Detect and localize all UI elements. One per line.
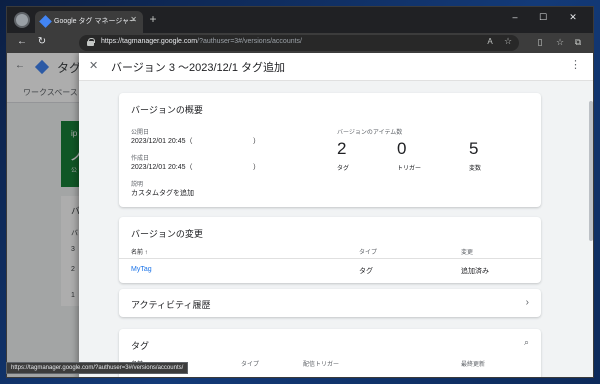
status-bar-url: https://tagmanager.google.com/?authuser=… [6,362,189,374]
minimize-icon[interactable]: – [505,12,525,22]
url-text: https://tagmanager.google.com/?authuser=… [101,38,302,45]
changes-title: バージョンの変更 [131,229,203,239]
row-divider [119,258,541,259]
browser-toolbar: ← ↻ https://tagmanager.google.com/?authu… [7,33,593,53]
back-icon[interactable]: ← [15,36,29,47]
column-type: タイプ [359,250,378,256]
activity-history-card[interactable]: アクティビティ履歴 › [119,289,541,317]
change-item-type: タグ [359,268,373,275]
tab-title: Google タグ マネージャー [54,18,136,25]
panel-title: バージョン 3 〜2023/12/1 タグ追加 [111,62,286,74]
tag-count: 2 [337,139,347,158]
collections-icon[interactable]: ⧉ [571,37,585,48]
version-detail-panel: ✕ バージョン 3 〜2023/12/1 タグ追加 ⋮ バージョンの概要 公開日… [79,53,593,377]
gtm-favicon-icon [39,15,52,28]
close-tab-icon[interactable]: ✕ [130,15,137,24]
created-end: ） [253,164,260,171]
variable-count: 5 [469,139,479,158]
variable-count-label: 変数 [469,166,482,172]
read-aloud-icon[interactable]: A [483,37,497,46]
description-value: カスタムタグを追加 [131,190,194,197]
lock-icon[interactable] [87,38,95,46]
split-screen-icon[interactable]: ▯ [533,37,547,48]
published-end: ） [253,138,260,145]
chevron-right-icon[interactable]: › [526,297,529,308]
column-change: 変更 [461,250,474,256]
items-label: バージョンのアイテム数 [337,130,403,136]
column-name[interactable]: 名前 ↑ [131,247,148,256]
tab-gtm[interactable]: Google タグ マネージャー ✕ [35,11,143,33]
created-value: 2023/12/01 20:45（ [131,164,193,171]
overview-title: バージョンの概要 [131,105,203,115]
favorite-star-icon[interactable]: ☆ [501,36,515,47]
more-menu-icon[interactable]: ⋮ [570,58,581,71]
activity-title: アクティビティ履歴 [131,300,211,310]
change-item-status: 追加済み [461,268,489,275]
change-item-link[interactable]: MyTag [131,266,152,273]
new-tab-icon[interactable]: + [146,11,160,27]
address-bar[interactable]: https://tagmanager.google.com/?authuser=… [79,35,519,51]
tags-column-type: タイプ [241,362,260,368]
tags-column-trigger: 配信トリガー [303,362,340,368]
maximize-icon[interactable]: ☐ [533,12,553,23]
tab-strip: Google タグ マネージャー ✕ + – ☐ ✕ [7,7,593,33]
panel-header: ✕ バージョン 3 〜2023/12/1 タグ追加 ⋮ [79,53,593,81]
trigger-count: 0 [397,139,407,158]
profile-icon[interactable] [14,12,30,28]
panel-scrollbar[interactable] [589,101,593,241]
description-label: 説明 [131,182,144,188]
search-icon[interactable]: ⌕ [524,337,529,348]
reload-icon[interactable]: ↻ [35,36,49,47]
created-label: 作成日 [131,156,150,162]
version-overview-card: バージョンの概要 公開日 2023/12/01 20:45（ ） 作成日 202… [119,93,541,207]
close-window-icon[interactable]: ✕ [563,12,583,23]
published-value: 2023/12/01 20:45（ [131,138,193,145]
published-label: 公開日 [131,130,150,136]
tag-count-label: タグ [337,166,350,172]
tags-title: タグ [131,341,150,351]
favorites-icon[interactable]: ☆ [553,37,567,48]
page-viewport: ← タグ ワークスペース ip ノ 公 バ バ 3 2 1 ✕ バージョン 3 … [7,53,593,377]
trigger-count-label: トリガー [397,166,422,172]
browser-window: Google タグ マネージャー ✕ + – ☐ ✕ ← ↻ https://t… [6,6,594,378]
tags-column-updated: 最終更新 [461,362,486,368]
version-changes-card: バージョンの変更 名前 ↑ タイプ 変更 MyTag タグ 追加済み [119,217,541,283]
close-panel-icon[interactable]: ✕ [89,59,98,72]
